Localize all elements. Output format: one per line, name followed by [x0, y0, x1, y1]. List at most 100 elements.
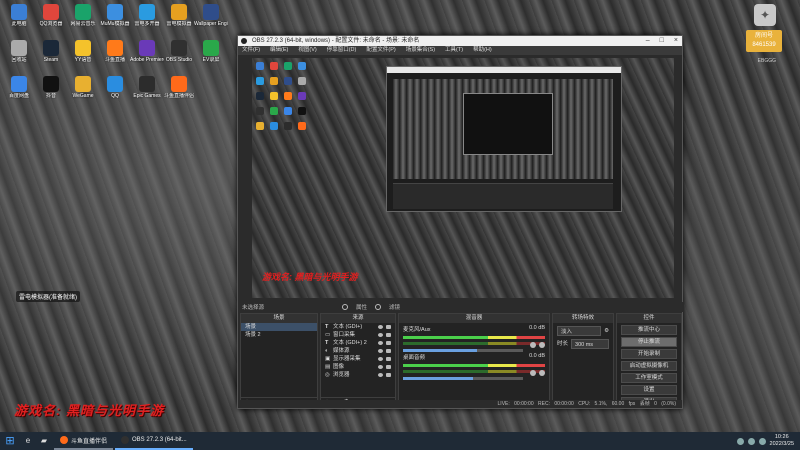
visibility-eye-icon[interactable]	[378, 373, 383, 377]
visibility-eye-icon[interactable]	[378, 341, 383, 345]
desktop-icon[interactable]: YY语音	[66, 38, 100, 72]
control-button[interactable]: 设置	[621, 385, 677, 395]
desktop-icon[interactable]: 回收站	[2, 38, 36, 72]
speaker-icon[interactable]	[530, 370, 536, 376]
lock-icon[interactable]	[386, 373, 391, 377]
lock-icon[interactable]	[386, 357, 391, 361]
desktop-icon[interactable]: QQ浏览器	[34, 2, 68, 36]
lock-icon[interactable]	[386, 333, 391, 337]
source-item[interactable]: ▤ 图像	[321, 363, 395, 371]
lock-icon[interactable]	[386, 341, 391, 345]
obs-app-icon	[241, 38, 247, 44]
desktop-icon-label: 抖音	[45, 93, 56, 99]
app-icon	[75, 40, 91, 56]
app-icon	[203, 40, 219, 56]
menu-item[interactable]: 停靠窗口(D)	[327, 46, 357, 55]
desktop-icon[interactable]: Adobe Premiere	[130, 38, 164, 72]
control-button[interactable]: 启动虚拟摄像机	[621, 361, 677, 371]
windows-start-icon[interactable]: ⊞	[0, 432, 20, 450]
desktop-icon[interactable]: 雷电多开器	[130, 2, 164, 36]
network-icon[interactable]	[747, 437, 755, 445]
menu-item[interactable]: 帮助(H)	[473, 46, 492, 55]
source-item[interactable]: T 文本 (GDI+)	[321, 323, 395, 331]
desktop-note: 雷电模拟器(准备就绪)	[16, 291, 80, 302]
volume-icon[interactable]	[758, 437, 766, 445]
desktop-icon[interactable]: 斗鱼直播伴侣	[162, 74, 196, 108]
obs-titlebar[interactable]: OBS 27.2.3 (64-bit, windows) - 配置文件: 未命名…	[238, 36, 682, 46]
desktop-icon[interactable]: 百度网盘	[2, 74, 36, 108]
visibility-eye-icon[interactable]	[378, 349, 383, 353]
taskbar-task[interactable]: 斗鱼直播伴侣	[54, 432, 114, 450]
desktop-icon[interactable]: QQ	[98, 74, 132, 108]
duration-label: 时长	[557, 341, 569, 347]
lock-icon[interactable]	[386, 325, 391, 329]
menu-item[interactable]: 场景集合(S)	[406, 46, 435, 55]
app-badge-icon[interactable]: ✦	[754, 4, 776, 26]
app-icon	[139, 76, 155, 92]
menu-item[interactable]: 视图(V)	[298, 46, 316, 55]
control-button[interactable]: 推流中心	[621, 325, 677, 335]
nested-preview-2	[463, 93, 553, 155]
tray-icon[interactable]	[736, 437, 744, 445]
desktop-icon[interactable]: OBS Studio	[162, 38, 196, 72]
visibility-eye-icon[interactable]	[378, 365, 383, 369]
menu-item[interactable]: 配置文件(P)	[366, 46, 395, 55]
filters-button[interactable]: 滤镜	[389, 303, 400, 311]
desktop-icon[interactable]: Steam	[34, 38, 68, 72]
desktop-icon[interactable]: 斗鱼直播	[98, 38, 132, 72]
menu-item[interactable]: 工具(T)	[445, 46, 463, 55]
lock-icon[interactable]	[386, 365, 391, 369]
clock[interactable]: 10:26 2022/3/25	[770, 434, 794, 448]
menu-item[interactable]: 编辑(E)	[270, 46, 288, 55]
maximize-icon[interactable]: □	[660, 36, 664, 46]
volume-slider[interactable]	[403, 377, 523, 380]
control-button[interactable]: 开始录制	[621, 349, 677, 359]
filter-icon[interactable]	[375, 304, 382, 310]
visibility-eye-icon[interactable]	[378, 333, 383, 337]
desktop-icon[interactable]: 网易云音乐	[66, 2, 100, 36]
obs-preview[interactable]: 游戏名: 黑暗与光明手游	[252, 58, 674, 298]
source-item[interactable]: ◐ 媒体源	[321, 347, 395, 355]
menu-item[interactable]: 文件(F)	[242, 46, 260, 55]
desktop-icon[interactable]: 雷电模拟器	[162, 2, 196, 36]
minimize-icon[interactable]: –	[646, 36, 650, 46]
desktop-icon[interactable]: Epic Games	[130, 74, 164, 108]
source-item[interactable]: ◎ 浏览器	[321, 371, 395, 379]
controls-dock: 控件 推流中心停止推流开始录制启动虚拟摄像机工作室模式设置退出	[616, 313, 682, 407]
transition-select[interactable]: 淡入	[557, 326, 602, 336]
file-explorer-icon[interactable]: ▰	[36, 432, 52, 450]
source-item[interactable]: ▭ 窗口采集	[321, 331, 395, 339]
close-icon[interactable]: ×	[674, 36, 678, 46]
gear-icon[interactable]	[342, 304, 349, 310]
drop-status: 丢帧 0 (0.0%)	[639, 401, 676, 407]
duration-input[interactable]: 300 ms	[571, 339, 609, 349]
source-name: 媒体源	[333, 348, 350, 354]
preview-mini-icon	[298, 122, 306, 130]
desktop-icon[interactable]: WeGame	[66, 74, 100, 108]
edge-icon[interactable]: e	[20, 432, 36, 450]
source-item[interactable]: T 文本 (GDI+) 2	[321, 339, 395, 347]
gear-icon[interactable]: ⚙	[601, 326, 609, 336]
scene-item[interactable]: 场景	[241, 323, 317, 331]
speaker-icon[interactable]	[530, 342, 536, 348]
desktop-icon-label: 雷电多开器	[134, 21, 160, 27]
desktop-icon-label: Steam	[43, 57, 59, 63]
properties-button[interactable]: 属性	[356, 303, 367, 311]
visibility-eye-icon[interactable]	[378, 325, 383, 329]
desktop-icon[interactable]: 此电脑	[2, 2, 36, 36]
desktop-icon[interactable]: Wallpaper Engine	[194, 2, 228, 36]
gear-icon[interactable]	[539, 342, 545, 348]
preview-mini-icon	[256, 92, 264, 100]
control-button[interactable]: 工作室模式	[621, 373, 677, 383]
visibility-eye-icon[interactable]	[378, 357, 383, 361]
gear-icon[interactable]	[539, 370, 545, 376]
desktop-icon[interactable]: 抖音	[34, 74, 68, 108]
taskbar-task[interactable]: OBS 27.2.3 (64-bit...	[115, 432, 193, 450]
source-item[interactable]: ▣ 显示器采集	[321, 355, 395, 363]
lock-icon[interactable]	[386, 349, 391, 353]
desktop-icon[interactable]: EV录屏	[194, 38, 228, 72]
control-button[interactable]: 停止推流	[621, 337, 677, 347]
desktop-icon[interactable]: MuMu模拟器	[98, 2, 132, 36]
scene-item[interactable]: 场景 2	[241, 331, 317, 339]
source-name: 文本 (GDI+) 2	[333, 340, 367, 346]
